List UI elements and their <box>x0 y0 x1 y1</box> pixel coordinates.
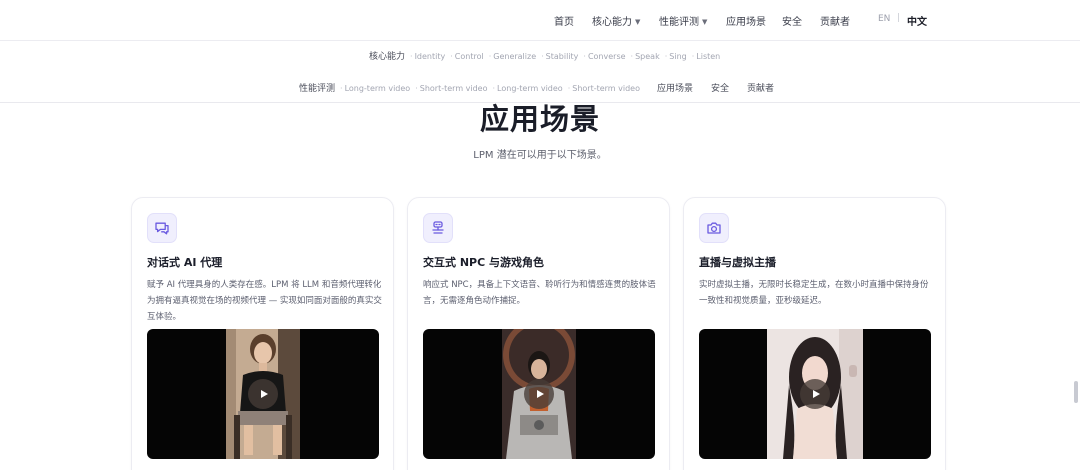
language-separator: | <box>897 13 901 23</box>
subnav-row-capabilities: 核心能力 · Identity · Control · Generalize · Sta… <box>369 49 725 62</box>
separator-dot: · <box>583 52 586 61</box>
subnav-link-identity[interactable]: Identity <box>415 52 446 61</box>
nav-item-core-capabilities[interactable]: 核心能力 ▼ <box>592 13 640 28</box>
video-player[interactable] <box>147 329 379 459</box>
subnav-row-benchmarks: 性能评测 · Long-term video · Short-term video … <box>299 81 780 94</box>
language-en-link[interactable]: EN <box>878 14 890 24</box>
subnav-link-stability[interactable]: Stability <box>546 52 579 61</box>
scrollbar-thumb[interactable] <box>1074 381 1078 403</box>
section-subtitle: LPM 潜在可以用于以下场景。 <box>473 150 607 161</box>
card-description: 实时虚拟主播，无限时长稳定生成，在数小时直播中保持身份一致性和视觉质量，亚秒级延… <box>699 280 929 306</box>
separator-dot: · <box>340 84 343 93</box>
nav-item-contributors[interactable]: 贡献者 <box>820 13 850 28</box>
subnav-link-contributors[interactable]: 贡献者 <box>747 84 774 94</box>
separator-dot: · <box>541 52 544 61</box>
play-button[interactable] <box>524 379 554 409</box>
card-title: 交互式 NPC 与游戏角色 <box>423 256 544 269</box>
nav-item-benchmarks[interactable]: 性能评测 ▼ <box>659 13 707 28</box>
separator-dot: · <box>415 84 418 93</box>
separator-dot: · <box>664 52 668 61</box>
separator-dot: · <box>567 84 571 93</box>
card-description: 赋予 AI 代理具身的人类存在感。LPM 将 LLM 和音频代理转化为拥有逼真视… <box>147 280 382 322</box>
subnav-link-long-term-video[interactable]: Long-term video <box>345 84 411 93</box>
separator-dot: · <box>410 52 413 61</box>
separator-dot: · <box>488 52 492 61</box>
card-title: 直播与虚拟主播 <box>699 256 776 269</box>
separator-dot: · <box>691 52 695 61</box>
nav-item-label: 核心能力 <box>592 17 632 28</box>
video-player[interactable] <box>699 329 931 459</box>
subnav-link-listen[interactable]: Listen <box>696 52 720 61</box>
separator-dot: · <box>450 52 453 61</box>
chevron-down-icon: ▼ <box>635 18 641 26</box>
subnav-link-control[interactable]: Control <box>455 52 484 61</box>
chevron-down-icon: ▼ <box>702 18 708 26</box>
nav-item-use-cases[interactable]: 应用场景 <box>726 13 766 28</box>
section-title: 应用场景 <box>479 102 600 136</box>
subnav-link-generalize[interactable]: Generalize <box>493 52 536 61</box>
nav-item-safety[interactable]: 安全 <box>782 13 802 28</box>
subnav-link-long-term-video[interactable]: Long-term video <box>497 84 563 93</box>
use-case-card-conversational-agent: 对话式 AI 代理 赋予 AI 代理具身的人类存在感。LPM 将 LLM 和音频… <box>131 197 394 470</box>
nav-item-home[interactable]: 首页 <box>554 13 574 28</box>
top-navbar: 首页 核心能力 ▼ 性能评测 ▼ 应用场景 安全 贡献者 EN | 中文 <box>0 0 1080 41</box>
subnav-link-use-cases[interactable]: 应用场景 <box>657 84 693 94</box>
camera-icon <box>699 213 729 243</box>
subnav-head-benchmarks[interactable]: 性能评测 <box>299 84 335 94</box>
separator-dot: · <box>630 52 634 61</box>
subnav-link-converse[interactable]: Converse <box>588 52 626 61</box>
card-title: 对话式 AI 代理 <box>147 256 223 269</box>
play-button[interactable] <box>800 379 830 409</box>
game-character-icon <box>423 213 453 243</box>
video-player[interactable] <box>423 329 655 459</box>
separator-dot: · <box>492 84 496 93</box>
language-zh-link[interactable]: 中文 <box>907 13 927 28</box>
play-button[interactable] <box>248 379 278 409</box>
subnav-link-short-term-video[interactable]: Short-term video <box>572 84 640 93</box>
use-case-card-virtual-streamer: 直播与虚拟主播 实时虚拟主播，无限时长稳定生成，在数小时直播中保持身份一致性和视… <box>683 197 946 470</box>
subnav-link-sing[interactable]: Sing <box>669 52 686 61</box>
use-case-card-interactive-npc: 交互式 NPC 与游戏角色 响应式 NPC，具备上下文语音、聆听行为和情感连贯的… <box>407 197 670 470</box>
subnav-link-short-term-video[interactable]: Short-term video <box>420 84 488 93</box>
section-subnav: 核心能力 · Identity · Control · Generalize · Sta… <box>0 41 1080 103</box>
nav-item-label: 性能评测 <box>659 17 699 28</box>
subnav-head-capabilities[interactable]: 核心能力 <box>369 52 405 62</box>
subnav-link-speak[interactable]: Speak <box>635 52 660 61</box>
subnav-link-safety[interactable]: 安全 <box>711 84 729 94</box>
card-description: 响应式 NPC，具备上下文语音、聆听行为和情感连贯的肢体语言，无需逐角色动作捕捉… <box>423 280 656 306</box>
chat-bubble-icon <box>147 213 177 243</box>
